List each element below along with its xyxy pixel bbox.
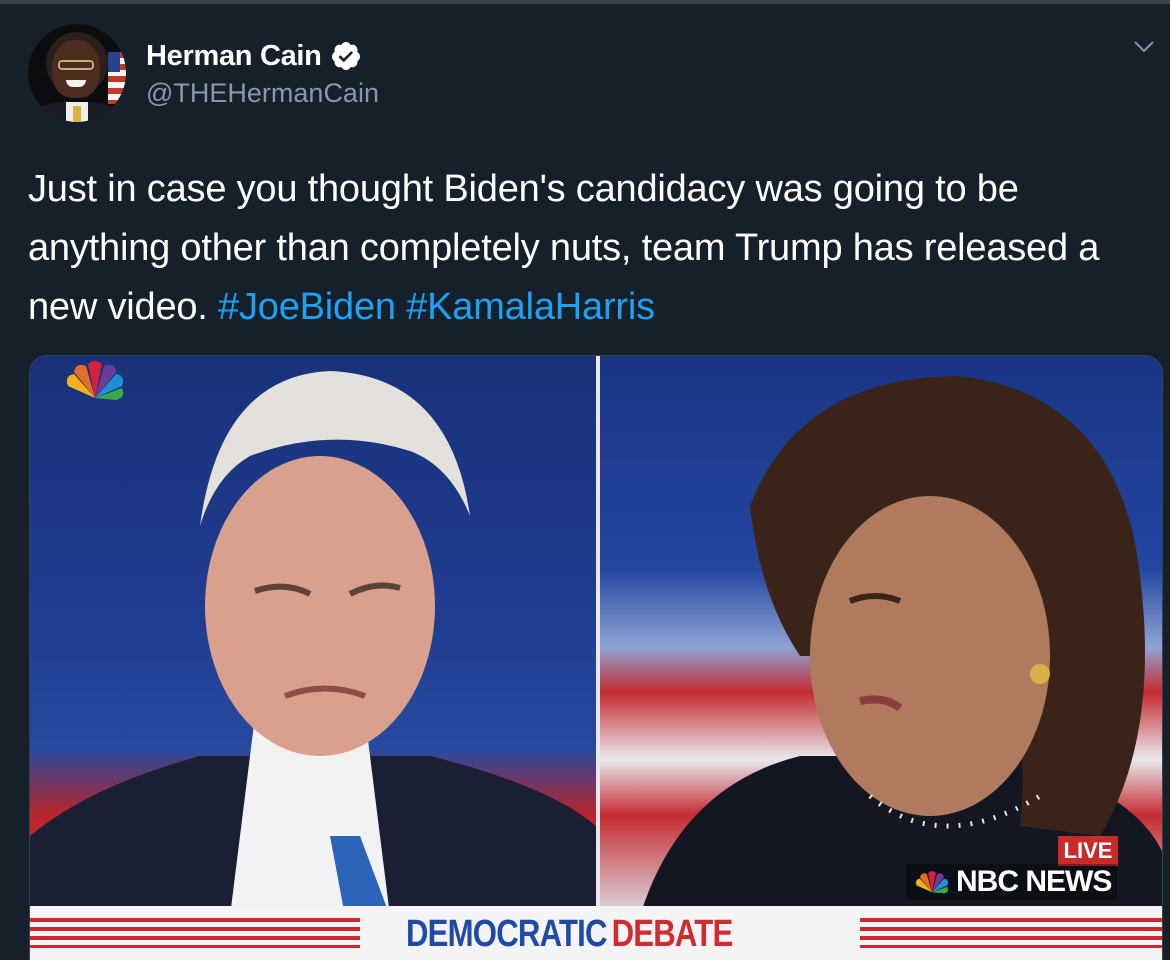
chevron-down-icon[interactable] [1132, 38, 1156, 56]
hashtag-joebiden[interactable]: #JoeBiden [218, 286, 396, 328]
banner-stripes-right [860, 918, 1162, 948]
network-badge: NBC NEWS [906, 864, 1118, 900]
media-image[interactable]: LIVE NBC NEWS DEMOCRATIC DEBATE [29, 355, 1163, 960]
live-badge: LIVE [1058, 836, 1118, 866]
banner-word-democratic: DEMOCRATIC [406, 912, 607, 955]
right-video-panel [600, 356, 1162, 916]
hashtag-kamalaharris[interactable]: #KamalaHarris [406, 286, 655, 328]
right-person-figure [640, 376, 1162, 916]
verified-badge-icon [331, 42, 360, 70]
network-label: NBC NEWS [956, 865, 1112, 898]
banner-stripes-left [30, 918, 360, 948]
nbc-peacock-small-icon [915, 871, 949, 894]
avatar[interactable] [28, 24, 126, 122]
author-handle[interactable]: @THEHermanCain [146, 78, 379, 109]
nbc-peacock-icon [66, 361, 124, 400]
debate-banner-title: DEMOCRATIC DEBATE [406, 912, 734, 956]
top-divider [0, 0, 1170, 4]
banner-word-debate: DEBATE [611, 912, 734, 955]
left-person-figure [30, 371, 596, 916]
author-name-row[interactable]: Herman Cain [146, 38, 362, 74]
avatar-flag [108, 52, 126, 104]
tweet-card: Herman Cain @THEHermanCain Just in case … [0, 0, 1170, 960]
tweet-text: Just in case you thought Biden's candida… [28, 160, 1153, 337]
author-display-name[interactable]: Herman Cain [146, 40, 322, 73]
left-video-panel [30, 356, 596, 916]
